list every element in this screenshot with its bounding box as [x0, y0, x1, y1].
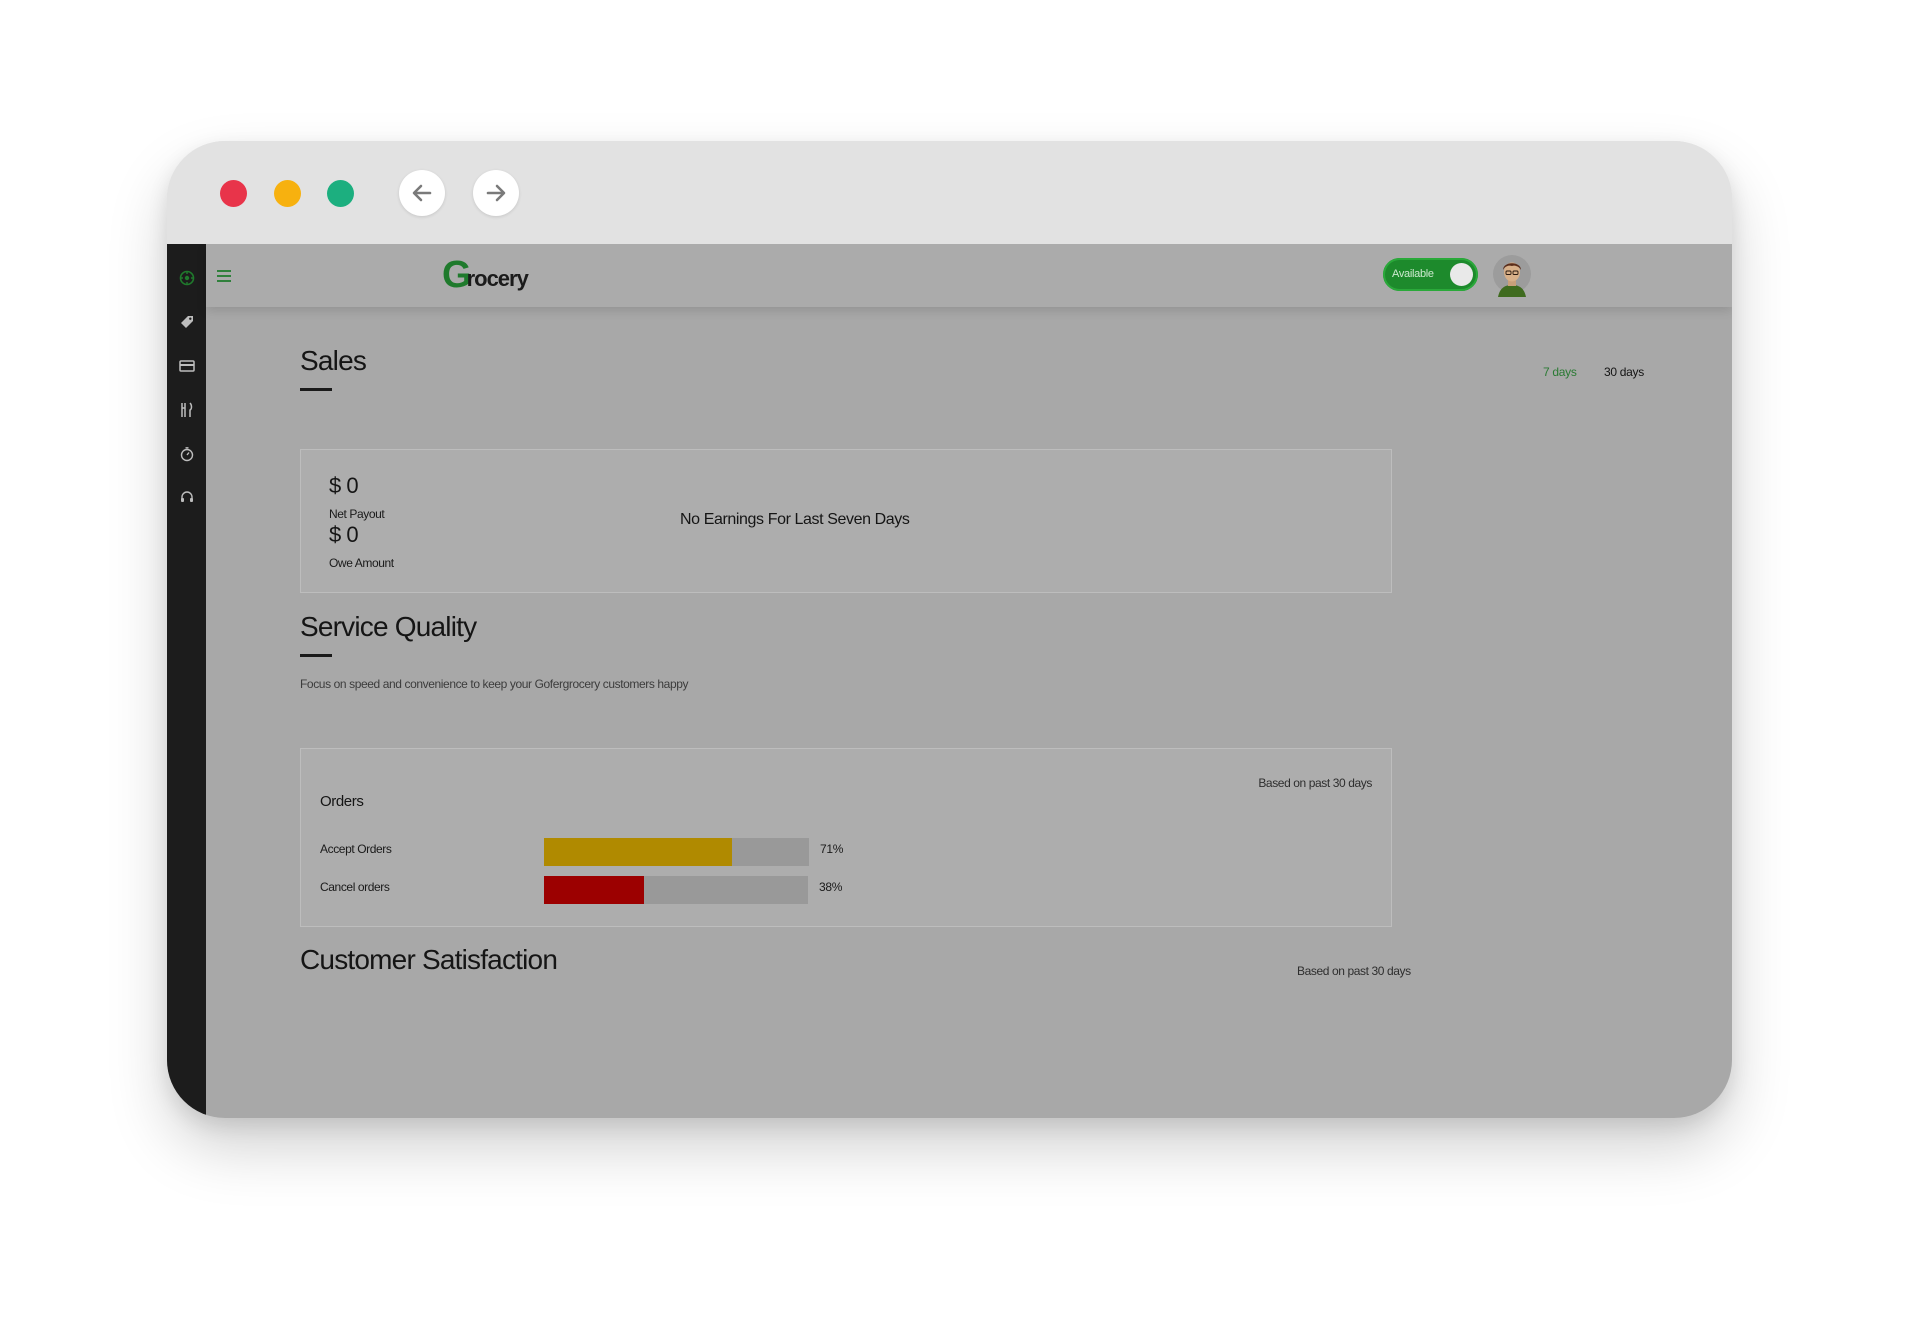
- orders-card: Based on past 30 days Orders Accept Orde…: [300, 748, 1392, 927]
- cancel-orders-label: Cancel orders: [320, 880, 390, 894]
- arrow-left-icon: [412, 184, 432, 202]
- service-quality-underline: [300, 654, 332, 657]
- back-button[interactable]: [399, 170, 445, 216]
- customer-satisfaction-title: Customer Satisfaction: [300, 944, 558, 975]
- forward-button[interactable]: [473, 170, 519, 216]
- orders-period-note: Based on past 30 days: [1258, 776, 1372, 790]
- cancel-orders-percent: 38%: [819, 880, 843, 894]
- tab-30-days[interactable]: 30 days: [1604, 365, 1644, 379]
- owe-amount-label: Owe Amount: [329, 556, 394, 570]
- accept-orders-bar-fill: [544, 838, 733, 866]
- net-payout-label: Net Payout: [329, 507, 385, 521]
- browser-window: G rocery Available Sales 7 days 30 days …: [167, 141, 1732, 1118]
- orders-title: Orders: [320, 793, 364, 810]
- sales-summary-card: $ 0 Net Payout $ 0 Owe Amount No Earning…: [300, 449, 1392, 593]
- sales-underline: [300, 388, 332, 391]
- maximize-window-button[interactable]: [327, 180, 354, 207]
- browser-toolbar: [167, 141, 1732, 244]
- owe-amount: $ 0: [329, 522, 359, 547]
- service-quality-title: Service Quality: [300, 611, 477, 642]
- app-viewport: G rocery Available Sales 7 days 30 days …: [167, 244, 1732, 1118]
- no-earnings-message: No Earnings For Last Seven Days: [680, 511, 910, 528]
- service-quality-subtitle: Focus on speed and convenience to keep y…: [300, 677, 689, 691]
- dashboard-content: Sales 7 days 30 days $ 0 Net Payout $ 0 …: [167, 244, 1732, 1118]
- sales-title: Sales: [300, 345, 367, 376]
- close-window-button[interactable]: [220, 180, 247, 207]
- tab-7-days[interactable]: 7 days: [1543, 365, 1577, 379]
- arrow-right-icon: [486, 184, 506, 202]
- cancel-orders-bar-fill: [544, 876, 645, 904]
- accept-orders-bar: [544, 838, 809, 866]
- accept-orders-label: Accept Orders: [320, 842, 392, 856]
- net-payout-amount: $ 0: [329, 473, 359, 498]
- customer-satisfaction-period-note: Based on past 30 days: [1297, 964, 1411, 978]
- minimize-window-button[interactable]: [274, 180, 301, 207]
- cancel-orders-bar: [544, 876, 808, 904]
- accept-orders-percent: 71%: [820, 842, 844, 856]
